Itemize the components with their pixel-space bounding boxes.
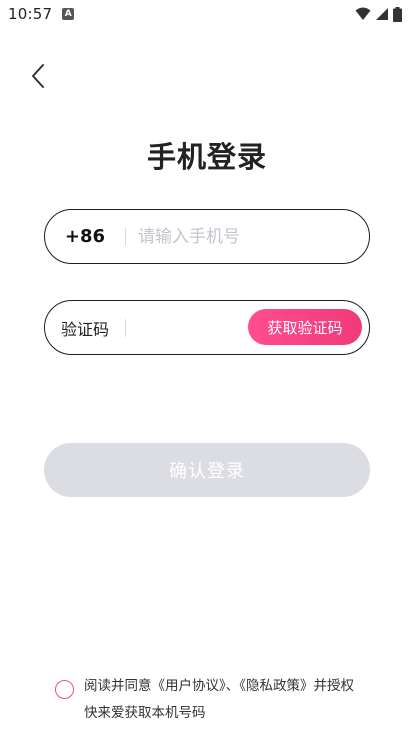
phone-field[interactable]: +86	[44, 209, 370, 264]
agreement: 阅读并同意《用户协议》、《隐私政策》并授权快来爱获取本机号码	[55, 673, 375, 727]
privacy-policy-link[interactable]: 《隐私政策》	[239, 678, 313, 694]
user-agreement-link[interactable]: 《用户协议》	[152, 678, 226, 694]
agree-checkbox[interactable]	[55, 680, 74, 699]
chevron-left-icon	[32, 64, 44, 88]
wifi-icon	[355, 7, 371, 20]
status-right	[355, 6, 402, 22]
phone-input[interactable]	[126, 210, 356, 263]
back-button[interactable]	[22, 60, 54, 92]
get-code-button[interactable]: 获取验证码	[248, 309, 362, 345]
agreement-separator: 、	[225, 678, 240, 694]
notification-icon: A	[62, 8, 75, 20]
code-field[interactable]: 验证码 获取验证码	[44, 300, 370, 355]
cell-signal-icon	[376, 8, 388, 20]
status-left: 10:57 A	[8, 5, 75, 23]
agreement-text: 阅读并同意《用户协议》、《隐私政策》并授权快来爱获取本机号码	[84, 673, 364, 727]
status-bar: 10:57 A	[0, 0, 414, 28]
battery-icon	[393, 6, 402, 22]
confirm-login-button[interactable]: 确认登录	[44, 443, 370, 497]
login-screen: 10:57 A 手机登录 +86 验证码	[0, 0, 414, 736]
page-title: 手机登录	[146, 140, 267, 174]
status-time: 10:57	[8, 5, 53, 23]
code-input[interactable]	[126, 301, 246, 354]
code-label: 验证码	[60, 319, 109, 339]
agreement-prefix: 阅读并同意	[84, 678, 152, 694]
country-code[interactable]: +86	[45, 226, 125, 247]
